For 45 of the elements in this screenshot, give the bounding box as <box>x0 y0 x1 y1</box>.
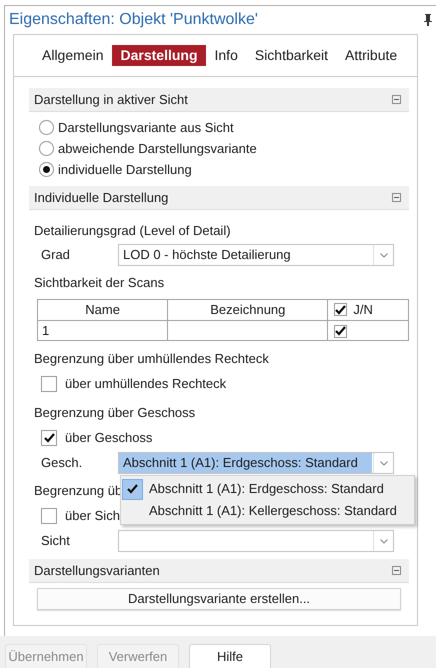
chevron-down-icon <box>380 460 388 466</box>
group-label: Sichtbarkeit der Scans <box>34 274 164 292</box>
tab[interactable]: Darstellung <box>112 45 206 66</box>
menu-item[interactable]: Abschnitt 1 (A1): Erdgeschoss: Standard <box>121 478 414 500</box>
tab[interactable]: Attribute <box>337 45 406 66</box>
create-variant-button[interactable]: Darstellungsvariante erstellen... <box>37 588 401 610</box>
tab[interactable]: Sichtbarkeit <box>246 45 336 66</box>
collapse-icon[interactable] <box>392 193 401 202</box>
checkbox[interactable] <box>41 430 57 446</box>
radio-label[interactable]: individuelle Darstellung <box>58 160 192 180</box>
group-label: Begrenzung über Geschoss <box>34 404 196 422</box>
table-cell: 1 <box>38 320 168 340</box>
field-label: Gesch. <box>41 454 84 472</box>
checkbox-label[interactable]: über Geschoss <box>65 428 152 448</box>
chevron-down-icon <box>380 538 388 544</box>
checkbox-label[interactable]: über Sich <box>65 506 120 526</box>
collapse-icon[interactable] <box>392 95 401 104</box>
column-header[interactable]: Name <box>38 300 168 320</box>
radio-label[interactable]: Darstellungsvariante aus Sicht <box>58 118 234 138</box>
group-label: Begrenzung über umhüllendes Rechteck <box>34 350 269 368</box>
group-label: Detailierungsgrad (Level of Detail) <box>34 222 231 240</box>
radio-label[interactable]: abweichende Darstellungsvariante <box>58 138 257 158</box>
collapse-icon[interactable] <box>392 566 401 575</box>
footer-button[interactable]: Hilfe <box>189 644 271 668</box>
dropdown[interactable]: Abschnitt 1 (A1): Erdgeschoss: Standard <box>118 452 394 474</box>
checkbox[interactable] <box>334 303 348 316</box>
checkbox-label[interactable]: über umhüllendes Rechteck <box>65 374 226 394</box>
checkbox[interactable] <box>41 508 57 524</box>
tab[interactable]: Allgemein <box>34 45 112 66</box>
chevron-down-icon <box>380 252 388 258</box>
tab[interactable]: Info <box>206 45 246 66</box>
pin-icon[interactable] <box>423 13 433 27</box>
radio-button[interactable] <box>39 141 54 156</box>
checkbox[interactable] <box>334 324 348 338</box>
dropdown[interactable]: LOD 0 - höchste Detailierung <box>118 244 394 266</box>
radio-button[interactable] <box>39 120 54 135</box>
checkbox[interactable] <box>41 376 57 392</box>
field-label: Grad <box>41 246 71 264</box>
check-icon <box>127 484 138 494</box>
column-header[interactable]: J/N <box>328 300 408 320</box>
panel-title: Eigenschaften: Objekt 'Punktwolke' <box>9 10 259 30</box>
radio-button[interactable] <box>39 162 54 177</box>
menu-item[interactable]: Abschnitt 1 (A1): Kellergeschoss: Standard <box>121 500 414 522</box>
field-label: Sicht <box>41 532 71 550</box>
column-header[interactable]: Bezeichnung <box>168 300 328 320</box>
